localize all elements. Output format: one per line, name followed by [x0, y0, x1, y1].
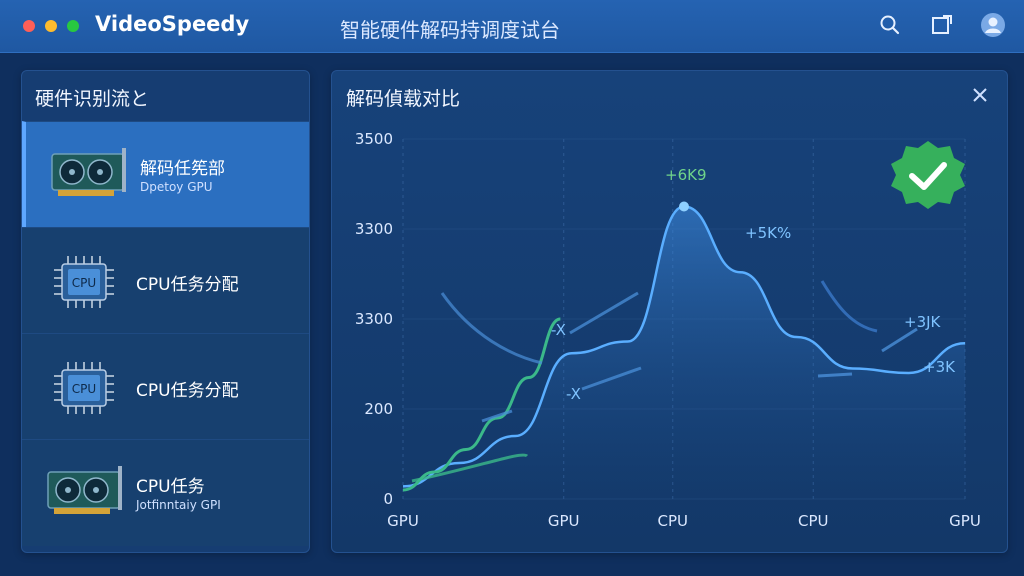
hardware-item-cpu-2[interactable]: CPU CPU任务分配: [22, 333, 309, 440]
cpu-chip-icon: CPU: [46, 250, 126, 314]
hardware-item-cpu-1[interactable]: CPU CPU任务分配: [22, 227, 309, 334]
flow-arrow: [820, 280, 878, 333]
flow-arrow: [569, 291, 639, 335]
series-area-fill: [403, 206, 965, 499]
app-name: VideoSpeedy: [95, 12, 250, 36]
x-tick-label: CPU: [798, 512, 829, 530]
annotation-right-top: +3JK: [904, 313, 942, 331]
svg-text:CPU: CPU: [72, 276, 96, 290]
hardware-panel: 硬件识别流と 解码任筅部 Dpetoy GPU CPU CPU任务分配 CPU …: [21, 70, 310, 553]
hardware-item-sublabel: Dpetoy GPU: [140, 180, 213, 194]
annotation-right: +3K: [923, 358, 956, 376]
hardware-item-decode-task[interactable]: 解码任筅部 Dpetoy GPU: [22, 121, 309, 228]
title-bar: VideoSpeedy 智能硬件解码持调度试台: [0, 0, 1024, 53]
minimize-window-button[interactable]: [45, 20, 57, 32]
user-avatar-icon[interactable]: [980, 12, 1006, 38]
y-tick-label: 0: [383, 490, 393, 508]
cpu-chip-icon: CPU: [46, 356, 126, 420]
hardware-item-label: CPU任务分配: [136, 275, 239, 295]
hardware-item-cpu-task[interactable]: CPU任务 Jotfinntaiy GPI: [22, 439, 309, 546]
close-window-button[interactable]: [23, 20, 35, 32]
x-tick-label: CPU: [658, 512, 689, 530]
hardware-item-label: CPU任务分配: [136, 381, 239, 401]
x-tick-label: GPU: [548, 512, 580, 530]
decode-load-chart: GPU GPU CPU CPU GPU 0 200 3300 3300 3500 +6K9 +5K…: [355, 130, 981, 530]
maximize-window-button[interactable]: [67, 20, 79, 32]
y-tick-label: 200: [364, 400, 393, 418]
search-icon[interactable]: [877, 12, 903, 38]
check-badge-icon: [891, 141, 965, 209]
peak-marker: [679, 201, 689, 212]
flow-arrow: [817, 372, 853, 378]
expand-icon[interactable]: [929, 12, 955, 38]
gpu-card-icon: [46, 462, 126, 526]
y-tick-label: 3300: [355, 310, 393, 328]
annotation-mid: -X: [566, 385, 581, 403]
hardware-panel-title: 硬件识别流と: [35, 88, 150, 110]
hardware-item-label: 解码任筅部: [140, 159, 225, 179]
hardware-item-sublabel: Jotfinntaiy GPI: [136, 498, 221, 512]
svg-text:CPU: CPU: [72, 382, 96, 396]
flow-arrow: [440, 292, 543, 365]
flow-arrow: [881, 327, 918, 353]
y-tick-label: 3500: [355, 130, 393, 148]
x-tick-label: GPU: [949, 512, 981, 530]
decode-chart-panel: 解码偵载对比 GPU GPU CPU CPU GPU 0 200 3300 3300 3500: [331, 70, 1008, 553]
x-tick-label: GPU: [387, 512, 419, 530]
annotation-second-peak: +5K%: [745, 224, 791, 242]
y-tick-label: 3300: [355, 220, 393, 238]
annotation-peak: +6K9: [665, 166, 707, 184]
annotation-left: -X: [551, 321, 566, 339]
gpu-card-icon: [50, 144, 130, 208]
window-title: 智能硬件解码持调度试台: [340, 18, 560, 42]
hardware-item-label: CPU任务: [136, 477, 205, 497]
